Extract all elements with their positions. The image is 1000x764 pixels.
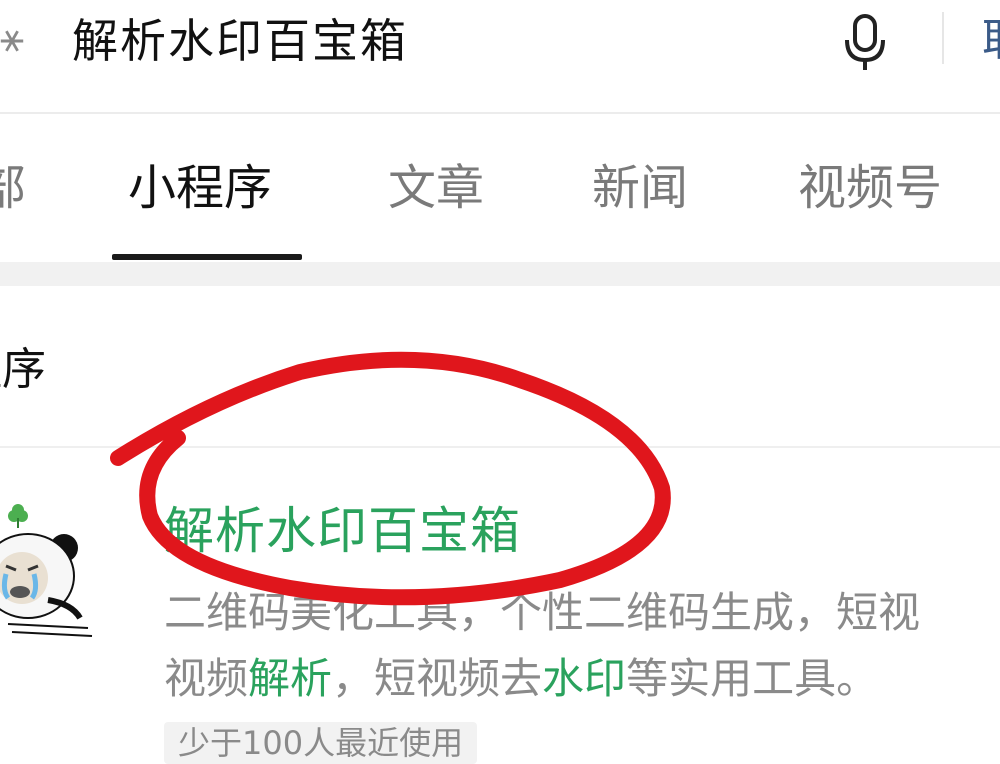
tab-news[interactable]: 新闻: [592, 156, 688, 220]
search-icon: ⚹: [0, 15, 24, 61]
tab-articles[interactable]: 文章: [388, 156, 484, 220]
desc-text: 视频: [164, 654, 249, 703]
desc-highlight: 水印: [542, 654, 627, 703]
desc-text: ，短视频去: [332, 654, 543, 703]
search-bar: ⚹ 解析水印百宝箱 取: [0, 0, 1000, 114]
section-gap: [0, 262, 1000, 286]
desc-highlight: 解析: [248, 654, 333, 703]
result-description-line-2: 视频解析，短视频去水印等实用工具。: [164, 650, 878, 708]
result-title[interactable]: 解析水印百宝箱: [164, 496, 521, 566]
clover-icon: [8, 504, 28, 528]
panda-meme-avatar: [0, 504, 93, 637]
desc-text: 等实用工具。: [626, 654, 879, 703]
tab-mini-program[interactable]: 小程序: [128, 156, 272, 220]
cancel-button[interactable]: 取: [982, 10, 1000, 72]
search-input[interactable]: 解析水印百宝箱: [72, 10, 408, 72]
section-divider: [0, 446, 1000, 448]
usage-badge: 少于100人最近使用: [164, 722, 478, 764]
result-description-line-1: 二维码美化工具，个性二维码生成，短视: [164, 588, 921, 637]
tab-bar: 部 小程序 文章 新闻 视频号: [0, 114, 1000, 260]
tab-all[interactable]: 部: [0, 156, 26, 220]
tab-channels[interactable]: 视频号: [798, 156, 942, 220]
microphone-icon[interactable]: [840, 12, 890, 74]
search-divider: [942, 12, 944, 64]
section-title: 程序: [0, 344, 46, 395]
active-tab-indicator: [112, 254, 302, 260]
